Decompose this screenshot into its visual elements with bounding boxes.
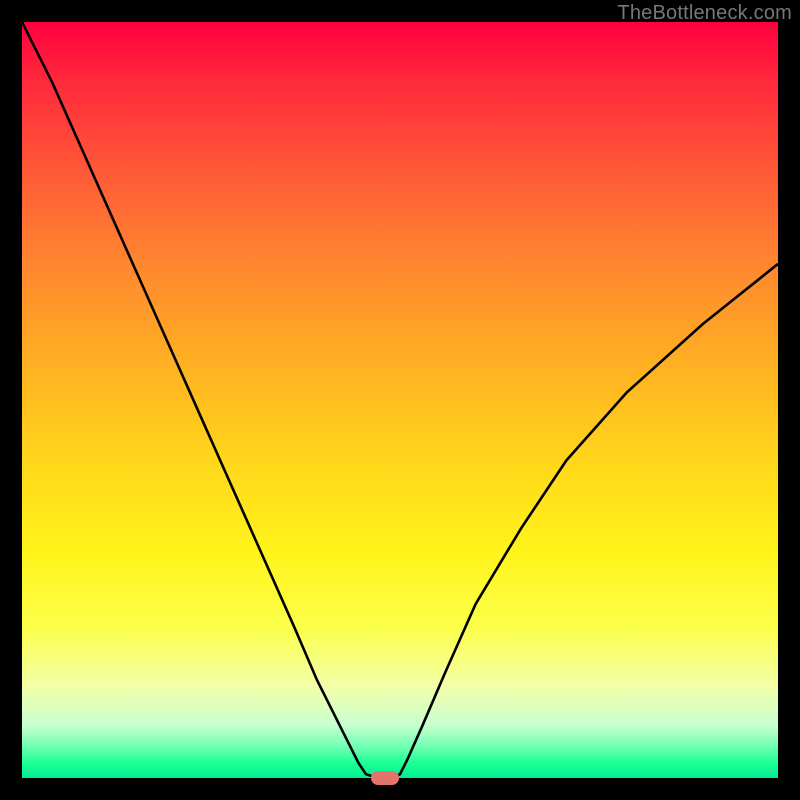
curve-layer	[22, 22, 778, 778]
chart-frame: TheBottleneck.com	[0, 0, 800, 800]
watermark-text: TheBottleneck.com	[617, 2, 792, 25]
plot-area	[22, 22, 778, 778]
optimal-point-marker	[371, 771, 399, 785]
bottleneck-curve	[22, 22, 778, 778]
